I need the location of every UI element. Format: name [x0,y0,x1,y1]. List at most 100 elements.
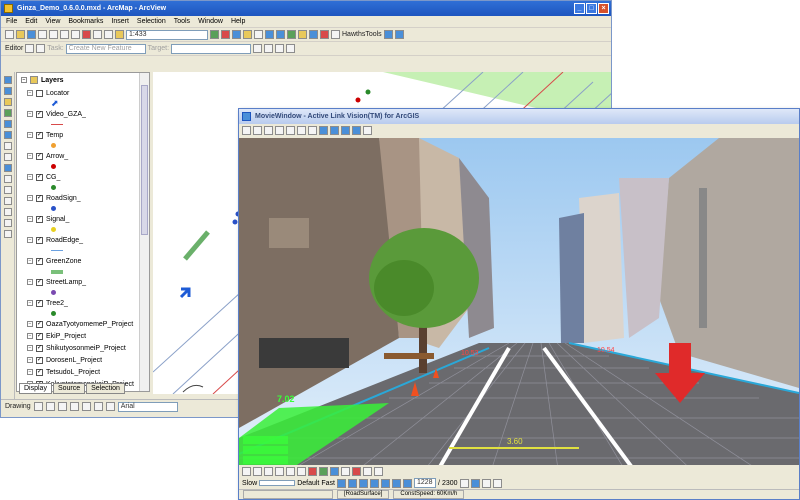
print-icon[interactable] [38,30,47,39]
map-scale-field[interactable]: 1:433 [126,29,208,40]
layer-row[interactable]: − ✓ GreenZone [17,255,149,267]
symbol-icon[interactable] [352,466,361,476]
layer-name[interactable]: Video_GZA_ [46,111,86,118]
tab-display[interactable]: Display [19,383,52,394]
drawing-menu[interactable]: Drawing [5,403,31,410]
layer-name[interactable]: TetsudoL_Project [46,369,100,376]
last-frame-icon[interactable] [403,478,412,488]
marker-icon[interactable] [308,466,317,476]
help-icon[interactable] [254,30,263,39]
menu-file[interactable]: File [6,16,17,27]
hawths-clear-icon[interactable] [394,30,404,39]
rotate-right-icon[interactable] [308,125,317,135]
hawths-select-icon[interactable] [383,30,393,39]
target-select[interactable] [171,43,252,54]
font-icon[interactable] [105,402,115,411]
expand-icon[interactable]: − [27,300,33,306]
cut-icon[interactable] [49,30,58,39]
pointer-icon[interactable] [242,466,251,476]
close-button[interactable]: × [598,3,609,14]
layer-name[interactable]: Tree2_ [46,300,68,307]
layer-row[interactable]: − ✓ Video_GZA_ [17,108,149,120]
edit-tool-icon[interactable] [25,44,35,53]
layer-row[interactable]: − ✓ ShikutyosonmeiP_Project [17,342,149,354]
task-select[interactable]: Create New Feature [65,43,146,54]
edit-vertices-icon[interactable] [93,402,103,411]
html-popup-icon[interactable] [3,208,12,216]
layer-visibility-checkbox[interactable]: ✓ [36,215,43,223]
movie-titlebar[interactable]: MovieWindow - Active Link Vision(TM) for… [239,109,799,124]
menu-edit[interactable]: Edit [25,16,37,27]
toc-scroll-thumb[interactable] [141,85,148,235]
menu-tools[interactable]: Tools [174,16,190,27]
text-tool-icon[interactable] [81,402,91,411]
globe-icon[interactable] [3,109,12,117]
layer-name[interactable]: RoadEdge_ [46,237,83,244]
layer-name[interactable]: RoadSign_ [46,195,81,202]
street-view-scene[interactable]: 7.02 3.60 10.53 10.54 [239,138,799,477]
layer-row[interactable]: − ✓ CG_ [17,171,149,183]
identify-icon[interactable] [309,30,318,39]
edit-icon[interactable] [253,466,262,476]
layer-visibility-checkbox[interactable] [36,89,43,97]
zoom-in-icon[interactable] [3,76,12,84]
zoom-in-fixed-icon[interactable] [265,30,274,39]
zoom-whole-page-icon[interactable] [57,402,67,411]
export-icon[interactable] [492,478,502,488]
rotate-left-icon[interactable] [297,125,306,135]
step-back-icon[interactable] [348,478,357,488]
full-extent-icon[interactable] [287,30,296,39]
add-data-icon[interactable] [115,30,124,39]
layer-row[interactable]: − ✓ TetsudoL_Project [17,366,149,378]
find-icon[interactable] [320,30,329,39]
layer-visibility-checkbox[interactable]: ✓ [36,278,43,286]
print-view-icon[interactable] [363,125,372,135]
open-icon[interactable] [16,30,25,39]
speed-slider[interactable] [259,480,296,486]
layer-row[interactable]: − ✓ RoadSign_ [17,192,149,204]
layer-name[interactable]: DorosenL_Project [46,357,102,364]
expand-icon[interactable]: − [27,357,33,363]
layer-visibility-checkbox[interactable]: ✓ [36,257,43,265]
expand-icon[interactable]: − [27,174,33,180]
expand-icon[interactable]: − [27,333,33,339]
layer-row[interactable]: − Locator [17,87,149,99]
layer-visibility-checkbox[interactable]: ✓ [36,173,43,181]
layer-name[interactable]: Arrow_ [46,153,68,160]
warning-icon[interactable] [242,125,251,135]
layer-visibility-checkbox[interactable]: ✓ [36,344,43,352]
zoom-in-view-icon[interactable] [319,125,328,135]
sketch-properties-icon[interactable] [286,44,296,53]
rotate-tool-icon[interactable] [264,44,274,53]
frame-current-field[interactable]: 1228 [414,478,436,488]
layer-row[interactable]: − ✓ DorosenL_Project [17,354,149,366]
layer-name[interactable]: StreetLamp_ [46,279,86,286]
layer-visibility-checkbox[interactable]: ✓ [36,368,43,376]
nav-back-icon[interactable] [253,125,262,135]
font-name-select[interactable]: Arial [117,401,178,412]
expand-icon[interactable]: − [27,216,33,222]
expand-icon[interactable]: − [27,369,33,375]
pause-icon[interactable] [370,478,379,488]
select-features-icon[interactable] [3,142,12,150]
go-to-xy-icon[interactable] [3,219,12,227]
tab-selection[interactable]: Selection [86,383,125,394]
layer-row[interactable]: − ✓ Temp [17,129,149,141]
play-icon[interactable] [381,478,390,488]
layer-visibility-checkbox[interactable]: ✓ [36,152,43,160]
expand-icon[interactable]: − [27,153,33,159]
zoom-out-icon[interactable] [3,87,12,95]
delete-icon[interactable] [82,30,91,39]
measure-icon[interactable] [331,30,340,39]
editor-menu[interactable]: Editor [5,45,23,52]
nav-forward-icon[interactable] [264,125,273,135]
layer-name[interactable]: EkiP_Project [46,333,86,340]
tab-source[interactable]: Source [52,383,86,394]
command-line-icon[interactable] [232,30,241,39]
copy-icon[interactable] [60,30,69,39]
layer-name[interactable]: ShikutyosonmeiP_Project [46,345,126,352]
play-back-icon[interactable] [359,478,368,488]
find-tool-icon[interactable] [3,175,12,183]
expand-icon[interactable]: − [27,111,33,117]
pan-icon[interactable] [298,30,307,39]
